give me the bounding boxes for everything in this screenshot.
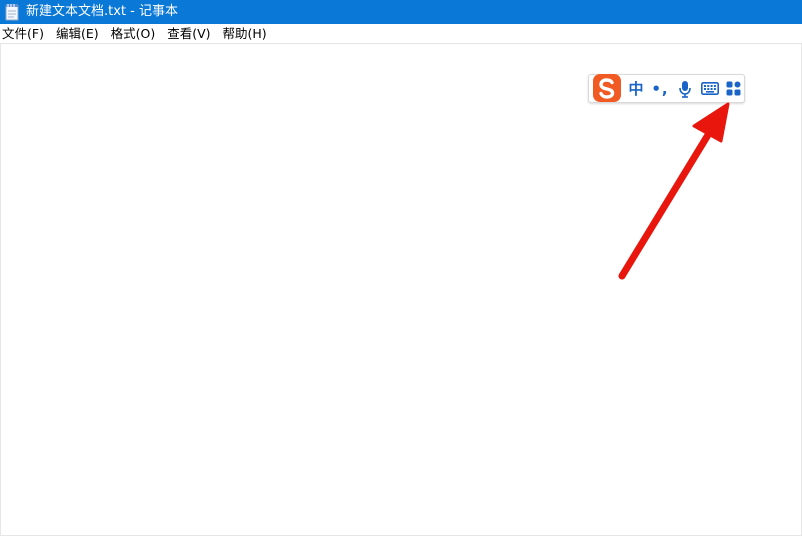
menu-view[interactable]: 查看(V) [165,24,212,44]
menu-format[interactable]: 格式(O) [109,24,158,44]
menu-edit[interactable]: 编辑(E) [54,24,101,44]
toolbox-grid-icon[interactable] [723,75,743,102]
text-editor-area[interactable] [0,44,802,536]
menu-bar: 文件(F) 编辑(E) 格式(O) 查看(V) 帮助(H) [0,24,802,44]
microphone-icon[interactable] [675,75,695,102]
ime-toolbar[interactable]: 中 •, [588,74,745,103]
title-bar[interactable]: 新建文本文档.txt - 记事本 [0,0,802,24]
notepad-icon [4,3,20,21]
sogou-logo-icon[interactable] [590,72,624,104]
keyboard-icon[interactable] [699,75,721,102]
ime-punctuation-toggle[interactable]: •, [650,75,670,102]
menu-file[interactable]: 文件(F) [0,24,46,44]
window-title: 新建文本文档.txt - 记事本 [26,4,178,19]
menu-help[interactable]: 帮助(H) [221,24,269,44]
ime-language-toggle[interactable]: 中 [625,75,647,102]
